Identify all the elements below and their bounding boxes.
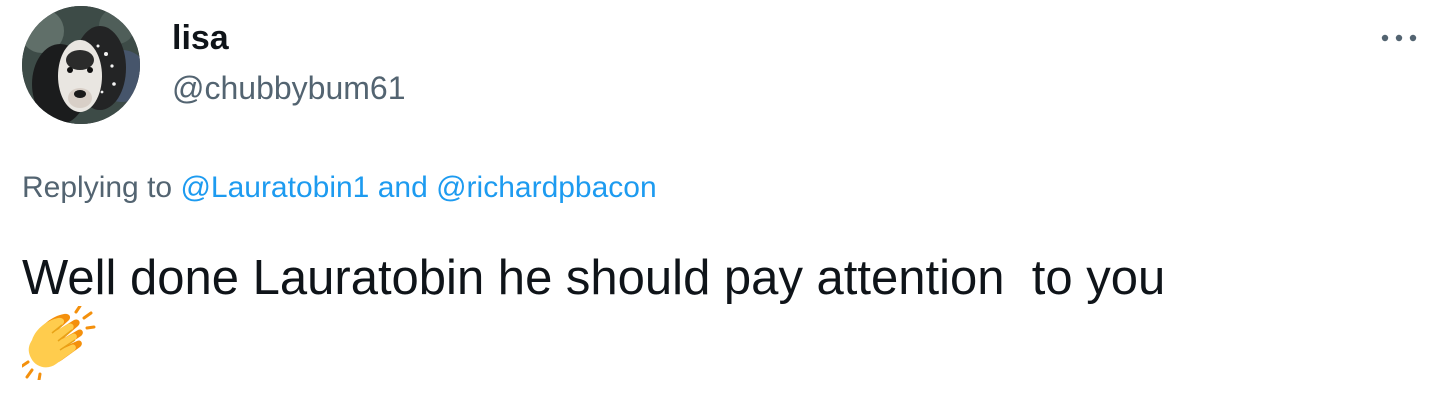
user-handle[interactable]: @chubbybum61 bbox=[172, 68, 406, 108]
display-name[interactable]: lisa bbox=[172, 18, 229, 58]
tweet-card: lisa @chubbybum61 Replying to @Lauratobi… bbox=[0, 0, 1440, 404]
avatar[interactable] bbox=[22, 6, 140, 124]
more-horizontal-icon bbox=[1381, 34, 1417, 42]
mention-link[interactable]: @richardpbacon bbox=[436, 171, 657, 204]
clapping-hands-emoji-icon bbox=[22, 306, 96, 380]
mention-link[interactable]: @Lauratobin1 bbox=[180, 171, 369, 204]
tweet-text: Well done Lauratobin he should pay atten… bbox=[22, 251, 1166, 305]
replying-to-prefix: Replying to bbox=[22, 171, 181, 204]
more-options-button[interactable] bbox=[1372, 18, 1426, 58]
mention-conjunction: and bbox=[369, 171, 437, 204]
dog-avatar-icon bbox=[22, 6, 140, 124]
replying-to: Replying to @Lauratobin1 and @richardpba… bbox=[22, 168, 657, 208]
